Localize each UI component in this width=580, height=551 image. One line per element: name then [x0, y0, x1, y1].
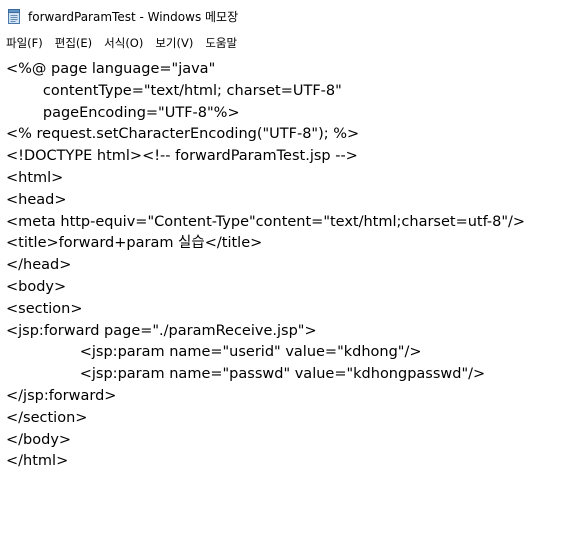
- menu-view[interactable]: 보기(V): [149, 33, 199, 53]
- window-title: forwardParamTest - Windows 메모장: [28, 9, 239, 24]
- notepad-icon: [7, 8, 22, 24]
- menu-help[interactable]: 도움말: [199, 33, 243, 53]
- menu-edit[interactable]: 편집(E): [49, 33, 98, 53]
- editor-text-content[interactable]: <%@ page language="java" contentType="te…: [0, 54, 580, 473]
- title-bar[interactable]: forwardParamTest - Windows 메모장: [0, 0, 580, 32]
- menu-file[interactable]: 파일(F): [0, 33, 49, 53]
- text-editor-area[interactable]: <%@ page language="java" contentType="te…: [0, 54, 580, 551]
- menu-format[interactable]: 서식(O): [98, 33, 149, 53]
- menu-bar: 파일(F) 편집(E) 서식(O) 보기(V) 도움말: [0, 32, 580, 54]
- notepad-window: forwardParamTest - Windows 메모장 파일(F) 편집(…: [0, 0, 580, 551]
